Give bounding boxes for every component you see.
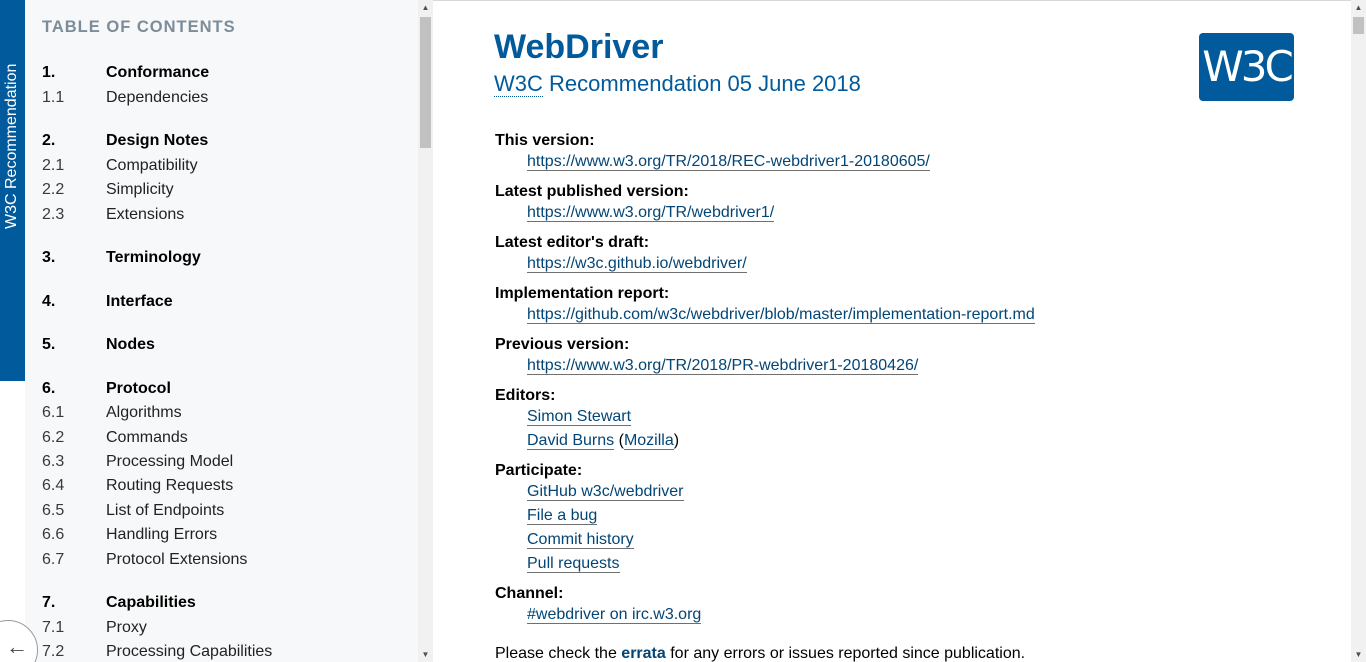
github-repo-link[interactable]: GitHub w3c/webdriver	[527, 483, 684, 501]
editor-david-burns-link[interactable]: David Burns	[527, 432, 615, 450]
toc-item-number: 6.	[42, 380, 56, 397]
toc-item-number: 6.6	[42, 526, 65, 543]
left-arrow-icon: ←	[6, 634, 28, 659]
errata-post: for any errors or issues reported since …	[665, 645, 1026, 662]
toc-item-label[interactable]: Nodes	[106, 335, 155, 355]
toc-item-label[interactable]: Routing Requests	[106, 476, 233, 496]
toc-item-label[interactable]: Dependencies	[106, 88, 208, 108]
editor-org-mozilla-link[interactable]: Mozilla	[623, 432, 674, 450]
toc-item-number: 7.2	[42, 643, 65, 660]
latest-published-link[interactable]: https://www.w3.org/TR/webdriver1/	[527, 204, 775, 222]
latest-draft-label: Latest editor's draft:	[495, 234, 650, 251]
commit-history-link[interactable]: Commit history	[527, 531, 634, 549]
page-title: WebDriver	[494, 28, 664, 66]
participate-label: Participate:	[495, 462, 583, 479]
latest-published-label: Latest published version:	[495, 183, 689, 200]
toc-scrollbar-thumb[interactable]	[420, 17, 431, 148]
toc-scroll-down-arrow-icon[interactable]: ▼	[418, 647, 433, 662]
toc-item-number: 6.7	[42, 551, 65, 568]
page-subtitle: W3C Recommendation 05 June 2018	[494, 71, 861, 97]
toc-item-number: 7.	[42, 594, 56, 611]
toc-item-label[interactable]: Proxy	[106, 618, 147, 638]
page-scroll-up-arrow-icon[interactable]: ▲	[1351, 0, 1366, 15]
w3c-abbr[interactable]: W3C	[494, 71, 543, 97]
toc-item-label[interactable]: Interface	[106, 292, 173, 312]
editors-label: Editors:	[495, 387, 556, 404]
this-version-link[interactable]: https://www.w3.org/TR/2018/REC-webdriver…	[527, 153, 930, 171]
channel-label: Channel:	[495, 585, 564, 602]
irc-channel-link[interactable]: #webdriver on irc.w3.org	[527, 606, 702, 624]
toc-item-label[interactable]: Extensions	[106, 205, 184, 225]
status-ribbon-label: W3C Recommendation	[3, 63, 20, 229]
toc-item-label[interactable]: Protocol Extensions	[106, 550, 247, 570]
toc-item-number: 6.4	[42, 477, 65, 494]
toc-item-label[interactable]: Compatibility	[106, 156, 198, 176]
main-content: WebDriver W3C Recommendation 05 June 201…	[433, 0, 1351, 662]
toc-title: TABLE OF CONTENTS	[42, 18, 236, 36]
errata-pre: Please check the	[495, 645, 622, 662]
toc-item-number: 1.1	[42, 89, 65, 106]
toc-item-number: 2.2	[42, 181, 65, 198]
toc-item-label[interactable]: List of Endpoints	[106, 501, 224, 521]
toc-item-label[interactable]: Processing Model	[106, 452, 233, 472]
page-scrollbar-thumb[interactable]	[1353, 17, 1364, 34]
toc-item-label[interactable]: Simplicity	[106, 180, 174, 200]
pull-requests-link[interactable]: Pull requests	[527, 555, 620, 573]
toc-item-number: 6.3	[42, 453, 65, 470]
previous-version-label: Previous version:	[495, 336, 630, 353]
top-divider	[433, 0, 1351, 1]
toc-item-number: 7.1	[42, 619, 65, 636]
toc-item-number: 6.5	[42, 502, 65, 519]
toc-scrollbar[interactable]: ▲ ▼	[418, 0, 433, 662]
errata-notice: Please check the errata for any errors o…	[495, 645, 1025, 662]
toc-item-number: 2.3	[42, 206, 65, 223]
toc-item-label[interactable]: Capabilities	[106, 593, 196, 613]
toc-item-label[interactable]: Conformance	[106, 63, 209, 83]
toc-item-number: 5.	[42, 336, 56, 353]
status-ribbon: W3C Recommendation	[0, 0, 25, 381]
this-version-label: This version:	[495, 132, 595, 149]
impl-report-link[interactable]: https://github.com/w3c/webdriver/blob/ma…	[527, 306, 1035, 324]
toc-item-number: 3.	[42, 249, 56, 266]
page-scroll-down-arrow-icon[interactable]: ▼	[1351, 647, 1366, 662]
toc-item-number: 4.	[42, 293, 56, 310]
toc-item-label[interactable]: Terminology	[106, 248, 201, 268]
subtitle-text: Recommendation 05 June 2018	[542, 71, 861, 96]
toc-item-label[interactable]: Algorithms	[106, 403, 182, 423]
toc-item-label[interactable]: Protocol	[106, 379, 171, 399]
latest-draft-link[interactable]: https://w3c.github.io/webdriver/	[527, 255, 747, 273]
impl-report-label: Implementation report:	[495, 285, 670, 302]
toc-item-number: 2.	[42, 132, 56, 149]
toc-item-label[interactable]: Handling Errors	[106, 525, 217, 545]
toc-item-label[interactable]: Processing Capabilities	[106, 642, 272, 662]
toc-scroll-up-arrow-icon[interactable]: ▲	[418, 0, 433, 15]
toc-item-number: 6.1	[42, 404, 65, 421]
toc-item-number: 1.	[42, 64, 56, 81]
previous-version-link[interactable]: https://www.w3.org/TR/2018/PR-webdriver1…	[527, 357, 919, 375]
errata-link[interactable]: errata	[621, 645, 666, 662]
toc-item-number: 6.2	[42, 429, 65, 446]
w3c-logo[interactable]: W3C	[1199, 33, 1294, 101]
file-bug-link[interactable]: File a bug	[527, 507, 598, 525]
page-scrollbar[interactable]: ▲ ▼	[1351, 0, 1366, 662]
toc-item-label[interactable]: Commands	[106, 428, 188, 448]
toc-item-label[interactable]: Design Notes	[106, 131, 208, 151]
table-of-contents: TABLE OF CONTENTS 1. Conformance 1.1 Depend…	[25, 0, 418, 662]
toc-item-number: 2.1	[42, 157, 65, 174]
editor-simon-stewart-link[interactable]: Simon Stewart	[527, 408, 632, 426]
